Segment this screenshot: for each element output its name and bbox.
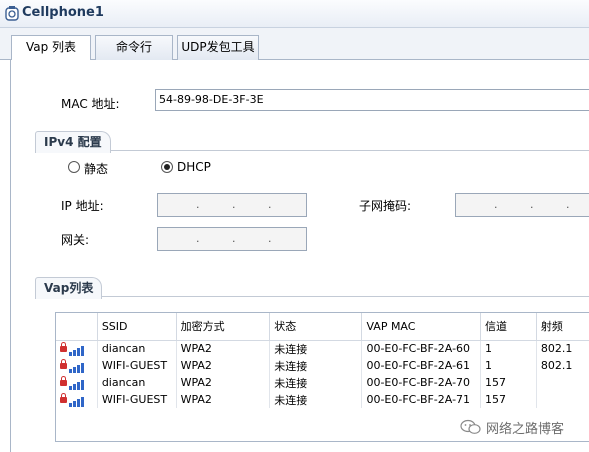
cell-ssid: WIFI-GUEST — [97, 391, 177, 408]
table-row[interactable]: WIFI-GUEST WPA2 未连接 00-E0-FC-BF-2A-71 15… — [56, 391, 589, 408]
tab-command-line[interactable]: 命令行 — [95, 35, 173, 60]
cell-channel: 1 — [480, 357, 537, 374]
cell-ssid: diancan — [97, 340, 177, 357]
ip-separator: . — [196, 198, 200, 211]
lock-icon — [60, 358, 67, 369]
cell-channel: 1 — [480, 340, 537, 357]
column-header-channel[interactable]: 信道 — [480, 313, 537, 341]
table-row[interactable]: diancan WPA2 未连接 00-E0-FC-BF-2A-70 157 — [56, 374, 589, 391]
cell-vap-mac: 00-E0-FC-BF-2A-60 — [361, 340, 482, 357]
window-title: Cellphone1 — [22, 5, 104, 20]
ip-separator: . — [196, 232, 200, 245]
wechat-icon — [460, 419, 481, 434]
cell-radio — [536, 391, 589, 408]
vap-group-border — [35, 296, 589, 297]
cell-radio: 802.1 — [536, 340, 589, 357]
table-row[interactable]: diancan WPA2 未连接 00-E0-FC-BF-2A-60 1 802… — [56, 340, 589, 357]
ip-address-field[interactable]: . . . — [157, 193, 307, 217]
tab-label: UDP发包工具 — [181, 40, 255, 54]
mac-field[interactable]: 54-89-98-DE-3F-3E — [155, 89, 589, 111]
cell-encryption: WPA2 — [176, 340, 271, 357]
row-icons — [56, 357, 98, 374]
ip-separator: . — [494, 198, 498, 211]
lock-icon — [60, 375, 67, 386]
signal-strength-icon — [69, 377, 85, 390]
watermark-text: 网络之路博客 — [486, 422, 565, 437]
cell-channel: 157 — [480, 391, 537, 408]
ipv4-group-title: IPv4 配置 — [35, 131, 111, 153]
ip-address-label: IP 地址: — [61, 199, 104, 213]
ip-separator: . — [232, 232, 236, 245]
ip-separator: . — [566, 198, 570, 211]
subnet-mask-field[interactable]: . . . — [455, 193, 589, 217]
ipv4-group-border — [35, 150, 589, 151]
gateway-label: 网关: — [61, 233, 90, 247]
static-radio[interactable] — [68, 161, 80, 173]
column-header-vap-mac[interactable]: VAP MAC — [361, 313, 482, 341]
icon-column-header — [56, 313, 98, 341]
cell-status: 未连接 — [269, 357, 363, 374]
table-header-row: SSID 加密方式 状态 VAP MAC 信道 射频 — [56, 313, 589, 341]
subnet-mask-label: 子网掩码: — [359, 199, 412, 213]
tab-bar: Vap 列表 命令行 UDP发包工具 — [0, 28, 589, 61]
dhcp-label: DHCP — [177, 160, 211, 174]
tab-label: Vap 列表 — [25, 40, 77, 54]
cell-status: 未连接 — [269, 340, 363, 357]
column-header-ssid[interactable]: SSID — [97, 313, 177, 341]
dhcp-radio[interactable] — [161, 161, 173, 173]
cell-encryption: WPA2 — [176, 374, 271, 391]
ip-separator: . — [268, 198, 272, 211]
signal-strength-icon — [69, 360, 85, 373]
cell-radio — [536, 374, 589, 391]
title-bar: Cellphone1 — [0, 0, 589, 28]
cell-vap-mac: 00-E0-FC-BF-2A-71 — [361, 391, 482, 408]
cellphone-app-icon — [5, 6, 19, 21]
table-row[interactable]: WIFI-GUEST WPA2 未连接 00-E0-FC-BF-2A-61 1 … — [56, 357, 589, 374]
cell-vap-mac: 00-E0-FC-BF-2A-61 — [361, 357, 482, 374]
cell-encryption: WPA2 — [176, 391, 271, 408]
cell-channel: 157 — [480, 374, 537, 391]
ip-separator: . — [268, 232, 272, 245]
tab-udp-tool[interactable]: UDP发包工具 — [177, 35, 259, 60]
column-header-encryption[interactable]: 加密方式 — [176, 313, 271, 341]
signal-strength-icon — [69, 394, 85, 407]
ip-separator: . — [232, 198, 236, 211]
row-icons — [56, 374, 98, 391]
cell-ssid: diancan — [97, 374, 177, 391]
lock-icon — [60, 392, 67, 403]
lock-icon — [60, 341, 67, 352]
row-icons — [56, 391, 98, 408]
tab-vap-list[interactable]: Vap 列表 — [11, 35, 91, 61]
row-icons — [56, 340, 98, 357]
cell-encryption: WPA2 — [176, 357, 271, 374]
vap-group-title: Vap列表 — [35, 277, 103, 299]
column-header-radio[interactable]: 射频 — [536, 313, 589, 341]
cell-status: 未连接 — [269, 374, 363, 391]
column-header-status[interactable]: 状态 — [269, 313, 363, 341]
tab-label: 命令行 — [115, 40, 152, 54]
mac-label: MAC 地址: — [61, 97, 120, 111]
gateway-field[interactable]: . . . — [157, 227, 307, 251]
cell-status: 未连接 — [269, 391, 363, 408]
cell-vap-mac: 00-E0-FC-BF-2A-70 — [361, 374, 482, 391]
cell-radio: 802.1 — [536, 357, 589, 374]
static-label: 静态 — [84, 162, 109, 176]
signal-strength-icon — [69, 343, 85, 356]
cell-ssid: WIFI-GUEST — [97, 357, 177, 374]
ip-separator: . — [530, 198, 534, 211]
